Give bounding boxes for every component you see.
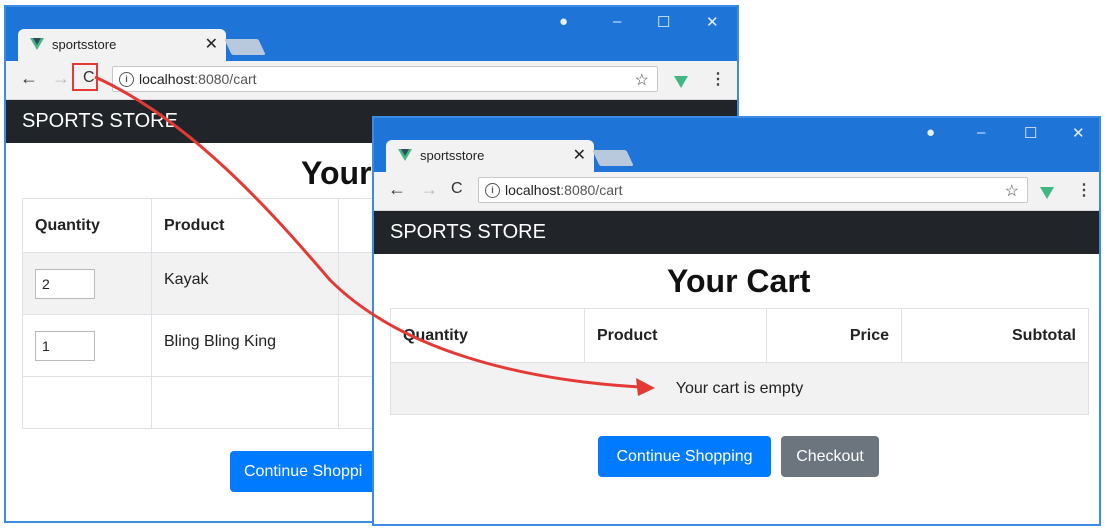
arrow-head [636, 378, 655, 396]
annotation-arrow [94, 75, 655, 396]
arrow-line [94, 75, 641, 389]
